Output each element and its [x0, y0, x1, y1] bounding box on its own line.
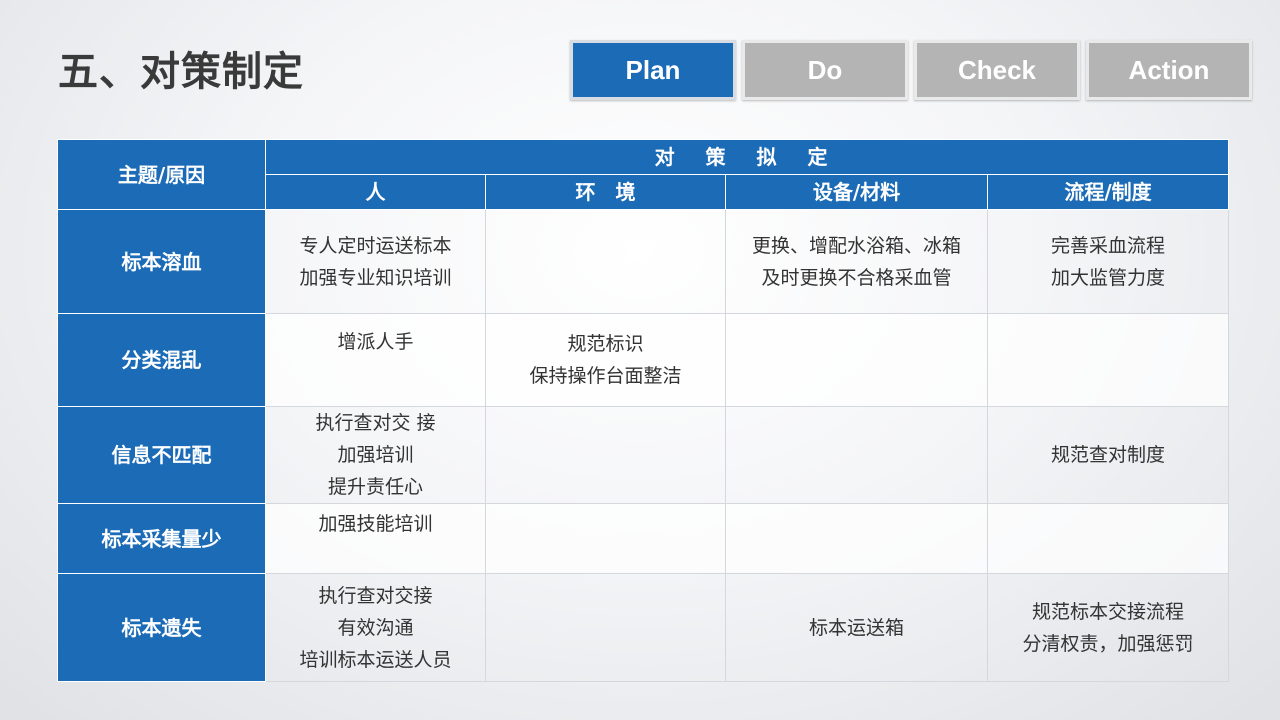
cell-line: 增派人手	[337, 331, 414, 353]
tab-action[interactable]: Action	[1086, 40, 1252, 100]
tab-plan[interactable]: Plan	[570, 40, 736, 100]
cell-person: 加强技能培训	[265, 503, 486, 574]
cell-line: 标本运送箱	[808, 616, 904, 639]
row-cause: 分类混乱	[57, 313, 266, 407]
cell-equipment: 更换、增配水浴箱、冰箱 及时更换不合格采血管	[725, 209, 988, 314]
cell-line: 完善采血流程	[1051, 234, 1166, 257]
cell-equipment	[725, 406, 988, 504]
cell-person: 增派人手	[265, 313, 486, 407]
cell-line: 执行查对交 接	[315, 412, 436, 434]
cell-line: 提升责任心	[327, 476, 423, 498]
cell-process: 完善采血流程 加大监管力度	[986, 209, 1230, 314]
table-row: 分类混乱 增派人手 规范标识 保持操作台面整洁	[57, 313, 1230, 407]
cell-line: 分清权责，加强惩罚	[1022, 632, 1194, 655]
cell-process	[986, 503, 1230, 574]
header-topic: 主题/原因	[57, 139, 266, 210]
column-header-person: 人	[265, 174, 486, 210]
cell-line: 加强技能培训	[318, 513, 433, 535]
cell-line: 加大监管力度	[1051, 266, 1166, 289]
header-measures: 对 策 拟 定	[264, 139, 1230, 175]
cell-line: 专人定时运送标本	[299, 234, 452, 257]
cell-line: 保持操作台面整洁	[529, 365, 682, 387]
cell-equipment	[725, 313, 988, 407]
row-cause: 信息不匹配	[57, 406, 266, 504]
cell-line: 加强专业知识培训	[299, 266, 452, 289]
cell-environment	[485, 406, 726, 504]
row-cause: 标本溶血	[57, 209, 266, 314]
cell-line: 执行查对交接	[318, 584, 433, 607]
cell-process: 规范标本交接流程 分清权责，加强惩罚	[986, 573, 1230, 682]
cell-process: 规范查对制度	[986, 406, 1230, 504]
cell-line: 有效沟通	[337, 616, 414, 639]
row-cause: 标本采集量少	[57, 503, 266, 574]
row-cause: 标本遗失	[57, 573, 266, 682]
cell-line: 更换、增配水浴箱、冰箱	[751, 234, 961, 257]
cell-line: 及时更换不合格采血管	[761, 266, 952, 289]
table-row: 信息不匹配 执行查对交 接 加强培训 提升责任心 规范查对制度	[57, 406, 1230, 504]
cell-environment	[485, 209, 726, 314]
cell-equipment: 标本运送箱	[725, 573, 988, 682]
cell-person: 专人定时运送标本 加强专业知识培训	[265, 209, 486, 314]
cell-environment	[485, 503, 726, 574]
measures-table: 主题/原因 对 策 拟 定 人 环 境 设备/材料 流程/制度 标本溶血 专人定…	[57, 139, 1230, 682]
column-header-environment: 环 境	[485, 174, 726, 210]
cell-environment	[485, 573, 726, 682]
cell-line: 规范标本交接流程	[1032, 600, 1185, 623]
cell-line: 规范标识	[567, 333, 644, 355]
measures-table-container: 主题/原因 对 策 拟 定 人 环 境 设备/材料 流程/制度 标本溶血 专人定…	[57, 139, 1230, 682]
cell-environment: 规范标识 保持操作台面整洁	[485, 313, 726, 407]
cell-process	[986, 313, 1230, 407]
cell-line: 加强培训	[337, 444, 414, 466]
tab-do[interactable]: Do	[742, 40, 908, 100]
table-row: 标本溶血 专人定时运送标本 加强专业知识培训 更换、增配水浴箱、冰箱 及时更换不…	[57, 209, 1230, 314]
column-header-equipment: 设备/材料	[725, 174, 988, 210]
cell-line: 培训标本运送人员	[299, 648, 452, 671]
tab-check[interactable]: Check	[914, 40, 1080, 100]
column-header-process: 流程/制度	[986, 174, 1230, 210]
table-row: 标本采集量少 加强技能培训	[57, 503, 1230, 574]
cell-line: 规范查对制度	[1051, 444, 1166, 466]
cell-equipment	[725, 503, 988, 574]
cell-person: 执行查对交 接 加强培训 提升责任心	[265, 406, 486, 504]
cell-person: 执行查对交接 有效沟通 培训标本运送人员	[265, 573, 486, 682]
table-row: 标本遗失 执行查对交接 有效沟通 培训标本运送人员 标本运送箱 规范标本交接流程…	[57, 573, 1230, 682]
page-title: 五、对策制定	[58, 49, 304, 95]
pdca-tabs: Plan Do Check Action	[570, 40, 1252, 100]
